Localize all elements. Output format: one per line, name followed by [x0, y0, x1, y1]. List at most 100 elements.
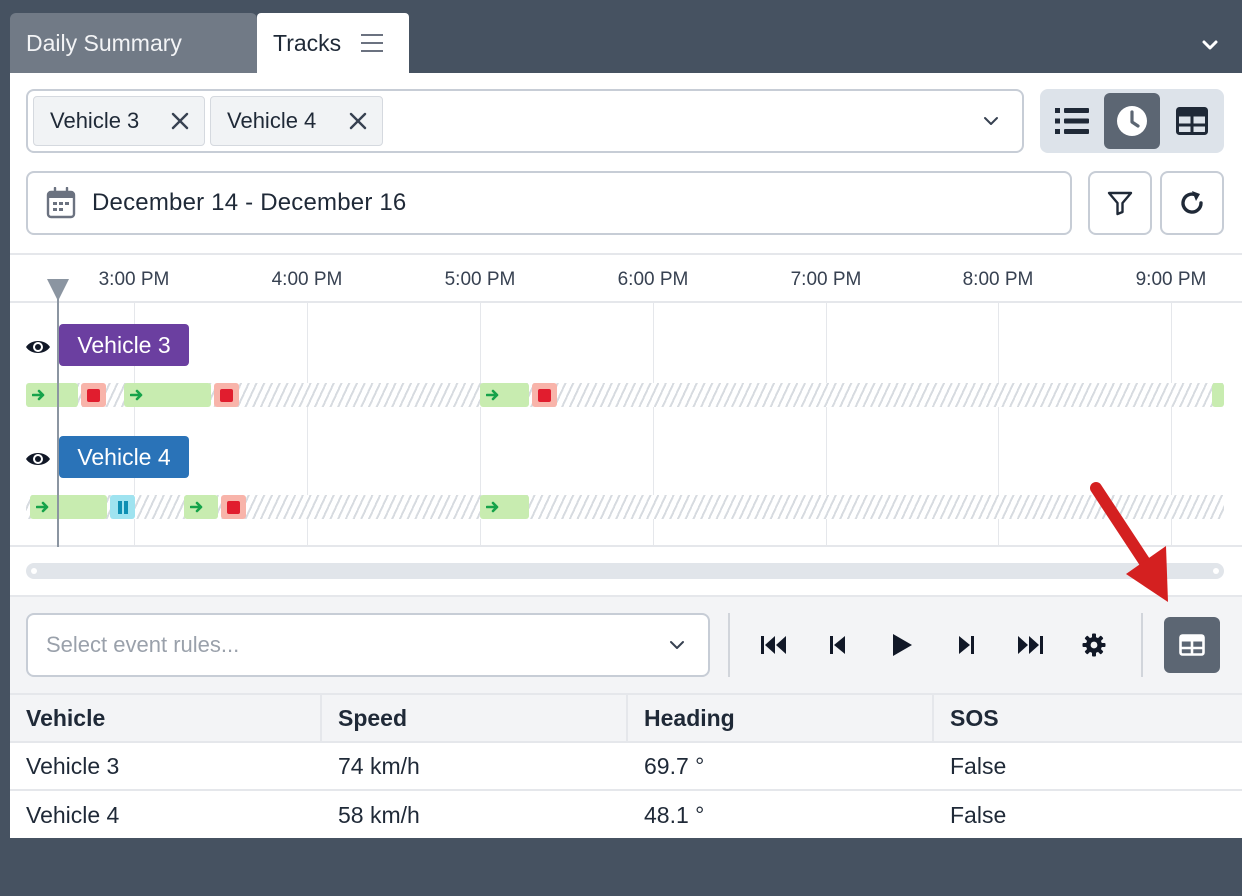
move-segment[interactable] [480, 495, 529, 519]
toggle-data-table-button[interactable] [1164, 617, 1220, 673]
stop-segment[interactable] [221, 495, 246, 519]
tab-bar: Daily Summary Tracks [10, 13, 1242, 73]
close-icon[interactable] [348, 111, 368, 131]
annotation-arrow-icon [1090, 482, 1168, 602]
move-segment[interactable] [124, 383, 211, 407]
chevron-down-icon[interactable] [1198, 33, 1222, 57]
arrow-right-icon [36, 501, 49, 513]
stop-segment[interactable] [81, 383, 106, 407]
hamburger-icon[interactable] [361, 34, 384, 52]
cell-speed: 74 km/h [338, 752, 420, 779]
playhead-handle[interactable] [47, 279, 69, 301]
cell-vehicle: Vehicle 4 [26, 801, 120, 828]
vehicle-label-text: Vehicle 3 [77, 331, 171, 358]
step-forward-icon [959, 636, 974, 654]
table-view-button[interactable] [1164, 93, 1220, 149]
timeline-view-button[interactable] [1104, 93, 1160, 149]
move-segment[interactable] [480, 383, 529, 407]
time-tick: 3:00 PM [98, 269, 170, 290]
list-view-button[interactable] [1044, 93, 1100, 149]
tab-tracks[interactable]: Tracks [257, 13, 409, 73]
divider [1141, 613, 1143, 677]
column-header-sos[interactable]: SOS [934, 695, 1242, 741]
vehicle-chip: Vehicle 4 [210, 96, 383, 146]
time-tick: 8:00 PM [962, 269, 1034, 290]
cell-heading: 69.7 ° [644, 752, 705, 779]
view-toggle [1040, 89, 1224, 153]
skip-to-end-icon [1018, 636, 1043, 654]
playhead-line[interactable] [57, 279, 59, 547]
move-segment[interactable] [184, 495, 218, 519]
move-segment[interactable] [30, 495, 107, 519]
cell-sos: False [950, 752, 1007, 779]
vehicle-select[interactable]: Vehicle 3 Vehicle 4 [26, 89, 1024, 153]
arrow-right-icon [190, 501, 203, 513]
scrollbar-handle-left[interactable] [31, 568, 37, 574]
chevron-down-icon[interactable] [982, 112, 1000, 130]
table-icon [1176, 107, 1208, 135]
clock-icon [1117, 106, 1147, 136]
vehicle-data-table: Vehicle Speed Heading SOS Vehicle 3 74 k… [10, 693, 1242, 838]
refresh-icon [1181, 191, 1203, 214]
table-row[interactable]: Vehicle 3 74 km/h 69.7 ° False [10, 743, 1242, 791]
date-range-field[interactable]: December 14 - December 16 [26, 171, 1072, 235]
refresh-button[interactable] [1160, 171, 1224, 235]
step-back-button[interactable] [818, 625, 858, 665]
stop-segment[interactable] [214, 383, 239, 407]
tab-label: Tracks [273, 29, 342, 56]
column-header-heading[interactable]: Heading [628, 695, 934, 741]
cell-vehicle: Vehicle 3 [26, 752, 120, 779]
vehicle-label-3[interactable]: Vehicle 3 [59, 324, 189, 366]
pause-segment[interactable] [110, 495, 135, 519]
step-forward-button[interactable] [946, 625, 986, 665]
timeline: 3:00 PM 4:00 PM 5:00 PM 6:00 PM 7:00 PM … [10, 253, 1242, 547]
time-tick: 7:00 PM [790, 269, 862, 290]
chevron-down-icon[interactable] [668, 636, 686, 654]
time-axis: 3:00 PM 4:00 PM 5:00 PM 6:00 PM 7:00 PM … [10, 255, 1242, 303]
play-icon [893, 634, 912, 656]
play-button[interactable] [882, 625, 922, 665]
vehicle-label-4[interactable]: Vehicle 4 [59, 436, 189, 478]
date-range-text: December 14 - December 16 [92, 189, 407, 216]
stop-segment[interactable] [532, 383, 557, 407]
chip-label: Vehicle 4 [227, 108, 317, 133]
table-header-row: Vehicle Speed Heading SOS [10, 693, 1242, 743]
tab-daily-summary[interactable]: Daily Summary [10, 13, 257, 73]
cell-heading: 48.1 ° [644, 801, 705, 828]
cell-sos: False [950, 801, 1007, 828]
eye-icon[interactable] [25, 450, 51, 468]
time-tick: 6:00 PM [617, 269, 689, 290]
table-row[interactable]: Vehicle 4 58 km/h 48.1 ° False [10, 791, 1242, 838]
vehicle-chip: Vehicle 3 [33, 96, 205, 146]
chip-label: Vehicle 3 [50, 108, 140, 133]
time-tick: 9:00 PM [1135, 269, 1207, 290]
playback-settings-button[interactable] [1074, 625, 1114, 665]
eye-icon[interactable] [25, 338, 51, 356]
divider [728, 613, 730, 677]
column-header-vehicle[interactable]: Vehicle [10, 695, 322, 741]
tab-label: Daily Summary [26, 29, 182, 56]
close-icon[interactable] [170, 111, 190, 131]
time-tick: 4:00 PM [271, 269, 343, 290]
timeline-scrollbar[interactable] [26, 563, 1224, 579]
skip-to-start-button[interactable] [754, 625, 794, 665]
stop-icon [220, 388, 233, 402]
vehicle-track [26, 495, 1224, 519]
table-icon [1179, 634, 1205, 656]
filter-icon [1107, 191, 1133, 216]
scrollbar-handle-right[interactable] [1213, 568, 1219, 574]
move-segment[interactable] [26, 383, 78, 407]
cell-speed: 58 km/h [338, 801, 420, 828]
step-back-icon [830, 636, 845, 654]
event-rules-select[interactable]: Select event rules... [26, 613, 710, 677]
stop-icon [538, 388, 551, 402]
calendar-icon [46, 187, 76, 219]
arrow-right-icon [130, 389, 143, 401]
move-segment[interactable] [1212, 383, 1224, 407]
filter-button[interactable] [1088, 171, 1152, 235]
column-header-speed[interactable]: Speed [322, 695, 628, 741]
arrow-right-icon [32, 389, 45, 401]
window-footer [0, 838, 1242, 896]
tracks-panel: Vehicle 3 Vehicle 4 December 14 - Decemb… [10, 73, 1242, 838]
skip-to-end-button[interactable] [1010, 625, 1050, 665]
